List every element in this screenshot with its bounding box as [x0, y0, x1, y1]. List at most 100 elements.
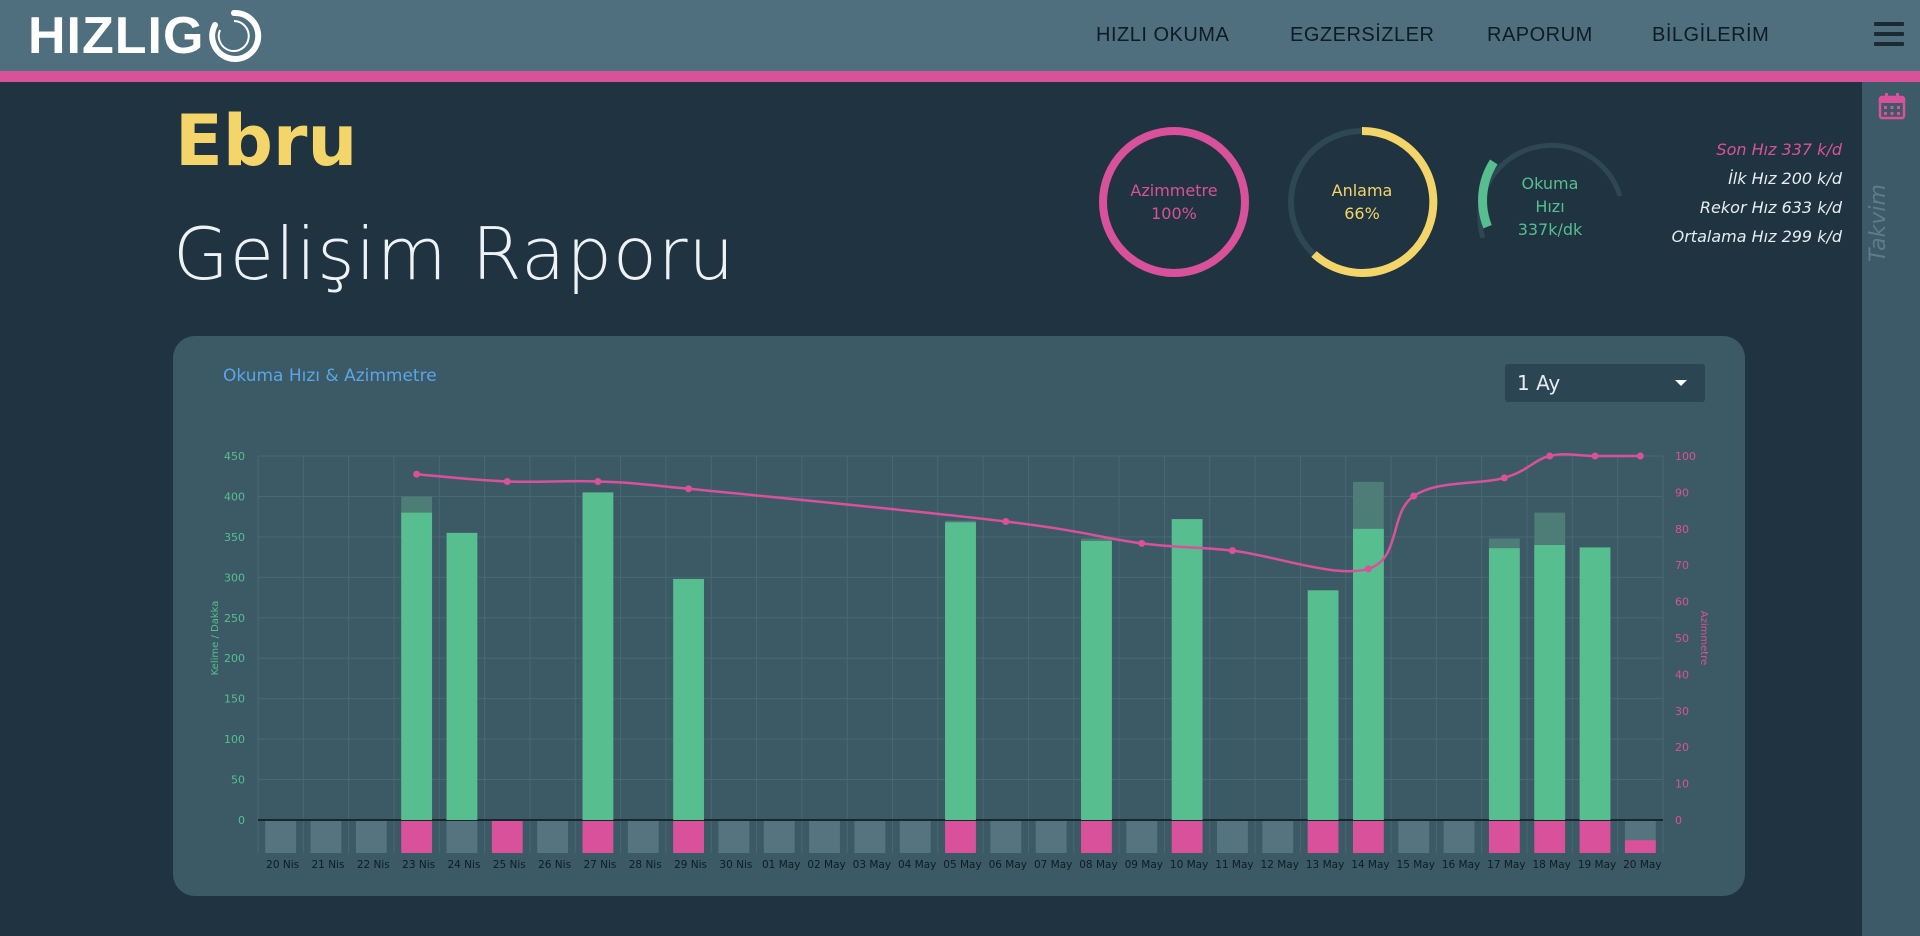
- activity-marker: [491, 821, 523, 853]
- anlama-label: Anlama: [1331, 181, 1393, 200]
- stat-son-hiz: Son Hız 337 k/d: [1716, 140, 1842, 159]
- activity-marker: [401, 821, 433, 853]
- topbar-accent-stripe: [0, 71, 1920, 82]
- y2-tick-label: 40: [1675, 668, 1689, 681]
- x-tick-label: 19 May: [1578, 859, 1616, 871]
- y-tick-label: 200: [224, 652, 245, 665]
- top-navbar: HIZLIG HIZLI OKUMA EGZERSİZLER RAPORUM B…: [0, 0, 1920, 72]
- y-tick-label: 100: [224, 733, 245, 746]
- y-tick-label: 300: [224, 571, 245, 584]
- azimmetre-point: [1228, 547, 1236, 555]
- azimmetre-point: [1500, 474, 1508, 482]
- stat-ortalama-hiz: Ortalama Hız 299 k/d: [1671, 227, 1842, 246]
- logo-text: HIZLIG: [28, 7, 205, 65]
- x-tick-label: 05 May: [943, 859, 981, 871]
- x-tick-label: 03 May: [853, 859, 891, 871]
- calendar-label: Takvim: [1866, 184, 1891, 262]
- hamburger-menu-icon[interactable]: [1874, 22, 1904, 48]
- activity-marker: [1307, 821, 1339, 853]
- activity-marker: [582, 821, 614, 853]
- activity-marker: [1081, 821, 1112, 853]
- x-tick-label: 01 May: [762, 859, 800, 871]
- azimmetre-point: [1591, 452, 1599, 460]
- stat-rekor-hiz: Rekor Hız 633 k/d: [1699, 198, 1842, 217]
- x-tick-label: 15 May: [1397, 859, 1435, 871]
- activity-marker-empty: [763, 821, 795, 853]
- activity-marker: [1579, 821, 1611, 853]
- y-tick-label: 350: [224, 531, 245, 544]
- x-tick-label: 20 Nis: [266, 859, 299, 871]
- x-tick-label: 29 Nis: [674, 859, 707, 871]
- x-tick-label: 06 May: [989, 859, 1027, 871]
- okuma-hizi-value: 337k/dk: [1517, 219, 1583, 239]
- y2-tick-label: 0: [1675, 814, 1682, 827]
- activity-marker-empty: [1217, 821, 1248, 853]
- activity-marker-empty: [718, 821, 750, 853]
- activity-marker-empty: [1443, 821, 1475, 853]
- activity-marker-empty: [627, 821, 659, 853]
- speed-bar: [446, 532, 478, 820]
- azimmetre-point: [1364, 565, 1372, 573]
- x-tick-label: 22 Nis: [357, 859, 390, 871]
- nav-hizli-okuma[interactable]: HIZLI OKUMA: [1096, 24, 1229, 47]
- x-tick-label: 14 May: [1351, 859, 1389, 871]
- app-logo[interactable]: HIZLIG: [28, 8, 262, 64]
- activity-marker-empty: [537, 821, 569, 853]
- anlama-gauge: Anlama 66%: [1282, 122, 1442, 282]
- azimmetre-point: [413, 470, 421, 478]
- activity-marker: [1488, 821, 1520, 853]
- anlama-value: 66%: [1344, 204, 1380, 223]
- activity-marker: [1352, 821, 1384, 853]
- y2-tick-label: 60: [1675, 596, 1689, 609]
- y2-tick-label: 80: [1675, 523, 1689, 536]
- speed-bar: [1081, 540, 1112, 820]
- y-tick-label: 50: [231, 774, 245, 787]
- x-tick-label: 28 Nis: [629, 859, 662, 871]
- activity-marker-empty: [265, 821, 297, 853]
- x-tick-label: 04 May: [898, 859, 936, 871]
- speed-bar: [401, 512, 433, 820]
- y2-tick-label: 100: [1675, 450, 1696, 463]
- activity-marker-empty: [1398, 821, 1430, 853]
- activity-marker-empty: [446, 821, 478, 853]
- speed-bar: [1579, 547, 1611, 820]
- x-tick-label: 18 May: [1532, 859, 1570, 871]
- azimmetre-point: [685, 485, 693, 493]
- x-tick-label: 26 Nis: [538, 859, 571, 871]
- azimmetre-point: [594, 477, 602, 485]
- x-tick-label: 30 Nis: [719, 859, 752, 871]
- y2-axis-title: Azimmetre: [1698, 611, 1709, 665]
- speed-stats: Son Hız 337 k/d İlk Hız 200 k/d Rekor Hı…: [1672, 135, 1842, 251]
- speed-bar: [673, 578, 704, 820]
- activity-marker-empty: [310, 821, 342, 853]
- x-tick-label: 17 May: [1487, 859, 1525, 871]
- x-tick-label: 12 May: [1261, 859, 1299, 871]
- activity-marker-empty: [1262, 821, 1294, 853]
- nav-raporum[interactable]: RAPORUM: [1487, 24, 1593, 47]
- x-tick-label: 02 May: [807, 859, 845, 871]
- x-tick-label: 23 Nis: [402, 859, 435, 871]
- azimmetre-point: [1138, 539, 1146, 547]
- calendar-icon[interactable]: [1878, 92, 1906, 120]
- page-title: Gelişim Raporu: [173, 212, 736, 296]
- x-tick-label: 08 May: [1079, 859, 1117, 871]
- x-tick-label: 21 Nis: [312, 859, 345, 871]
- activity-marker-empty: [355, 821, 387, 853]
- okuma-hizi-label-2: Hızı: [1535, 196, 1565, 216]
- x-tick-label: 20 May: [1623, 859, 1661, 871]
- x-tick-label: 25 Nis: [493, 859, 526, 871]
- y2-tick-label: 30: [1675, 705, 1689, 718]
- y-tick-label: 150: [224, 693, 245, 706]
- y-tick-label: 450: [224, 450, 245, 463]
- speed-bar: [1352, 528, 1384, 820]
- activity-marker-partial: [1624, 840, 1656, 853]
- activity-marker-empty: [854, 821, 886, 853]
- azimmetre-point: [1002, 518, 1010, 526]
- speed-bar: [1307, 590, 1339, 820]
- stat-ilk-hiz: İlk Hız 200 k/d: [1728, 169, 1842, 188]
- y-axis-title: Kelime / Dakka: [210, 601, 221, 676]
- nav-bilgilerim[interactable]: BİLGİLERİM: [1652, 24, 1769, 47]
- calendar-side-panel[interactable]: Takvim: [1862, 82, 1920, 936]
- nav-egzersizler[interactable]: EGZERSİZLER: [1290, 24, 1434, 47]
- y2-tick-label: 10: [1675, 778, 1689, 791]
